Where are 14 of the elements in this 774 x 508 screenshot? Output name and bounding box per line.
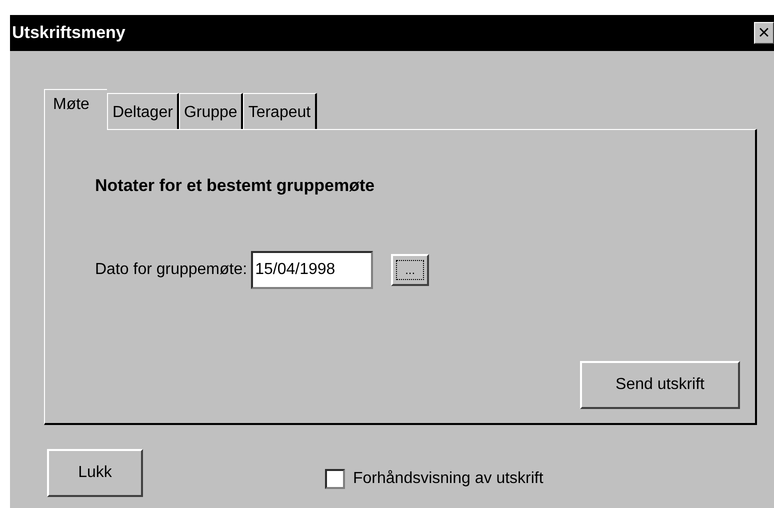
tab[interactable]: Terapeut [243, 93, 317, 129]
section-heading: Notater for et bestemt gruppemøte [95, 176, 376, 196]
window-title: Utskriftsmeny [12, 23, 126, 43]
checkbox-label[interactable]: Forhåndsvisning av utskrift [353, 470, 544, 488]
tab[interactable]: Gruppe [178, 93, 244, 129]
close-button[interactable]: × [754, 22, 774, 44]
tab[interactable]: Møte [44, 89, 108, 130]
date-field[interactable]: 15/04/1998 [251, 251, 374, 289]
send-button[interactable]: Send utskrift [580, 361, 740, 409]
checkbox[interactable] [325, 469, 345, 489]
close-dialog-button[interactable]: Lukk [47, 449, 143, 497]
field-label: Dato for gruppemøte: [95, 261, 248, 279]
date-picker-button[interactable]: ... [391, 254, 430, 286]
tab[interactable]: Deltager [107, 93, 179, 129]
